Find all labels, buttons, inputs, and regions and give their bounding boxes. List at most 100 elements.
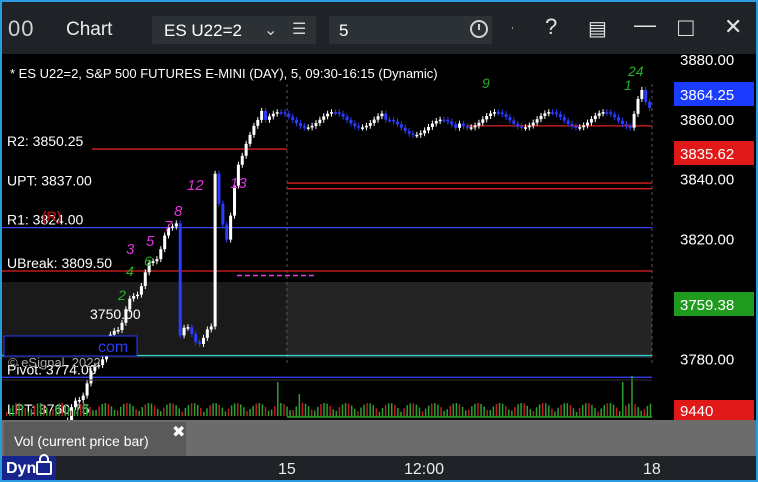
candle-body: [593, 115, 597, 120]
volume-bar: [409, 403, 411, 416]
candle-body: [244, 143, 248, 156]
level-label: UPT: 3837.00: [7, 173, 92, 189]
time-label-18: 18: [643, 461, 661, 478]
candle-body: [543, 113, 547, 116]
candle-body: [275, 112, 279, 114]
volume-bar: [190, 403, 193, 416]
volume-bar: [391, 403, 393, 416]
candle-body: [283, 112, 287, 114]
volume-bar: [415, 404, 418, 416]
volume-bar: [431, 403, 433, 416]
volume-bar: [135, 409, 137, 416]
volume-bar: [326, 403, 328, 416]
layout-icon[interactable]: ▤: [588, 16, 607, 41]
volume-bar: [144, 404, 147, 416]
volume-bar: [375, 408, 378, 416]
chart-canvas[interactable]: * ES U22=2, S&P 500 FUTURES E-MINI (DAY)…: [2, 54, 672, 480]
volume-bar: [455, 403, 458, 416]
interval-selector[interactable]: 5: [329, 16, 492, 44]
candle-body: [376, 116, 380, 120]
chart-window: 00 Chart ES U22=2 ⌄ ☰ 5 ˈ ? ▤ — □ ✕ * ES…: [0, 0, 758, 482]
volume-bar: [73, 409, 76, 416]
volume-bar: [86, 404, 88, 416]
candle-body: [570, 123, 574, 127]
volume-bar: [76, 405, 79, 416]
volume-bar: [264, 406, 267, 416]
interval-input[interactable]: 5: [339, 21, 348, 41]
help-button[interactable]: ?: [545, 14, 557, 40]
dynamic-mode-button[interactable]: Dyn: [2, 454, 56, 480]
candle-body: [310, 125, 314, 128]
volume-bar: [30, 408, 33, 416]
candle-body: [465, 126, 469, 128]
volume-bar: [33, 405, 36, 416]
volume-bar: [295, 406, 298, 416]
volume-bar: [474, 403, 476, 416]
volume-bar: [637, 407, 639, 416]
volume-bar: [166, 404, 168, 416]
volume-panel-bar: Vol (current price bar) ✖: [2, 420, 756, 456]
candle-body: [298, 123, 302, 126]
volume-bar: [427, 405, 430, 416]
volume-bar: [209, 405, 211, 416]
volume-bar: [363, 404, 365, 416]
volume-bar: [203, 411, 205, 416]
candle-body: [426, 126, 430, 131]
volume-bar: [486, 409, 488, 416]
price-tick-label: 3840.00: [680, 172, 734, 189]
price-axis[interactable]: 3880.003860.003840.003820.003800.003780.…: [672, 52, 756, 480]
volume-bar: [585, 403, 587, 416]
candle-body: [384, 113, 388, 120]
magenta-count-mark: 12: [187, 177, 204, 194]
volume-bar: [545, 403, 547, 416]
volume-bar: [153, 405, 156, 416]
volume-bar: [643, 409, 646, 416]
minimize-button[interactable]: —: [634, 12, 656, 38]
volume-bar: [504, 406, 507, 416]
volume-bar: [67, 406, 70, 416]
volume-bar: [606, 403, 609, 416]
candle-body: [225, 224, 229, 240]
volume-bar: [508, 409, 510, 416]
volume-bar: [141, 407, 144, 416]
price-axis-canvas[interactable]: 3880.003860.003840.003820.003800.003780.…: [672, 52, 756, 480]
maximize-button[interactable]: □: [678, 12, 694, 43]
volume-bar: [116, 410, 119, 416]
pin-icon[interactable]: ˈ: [510, 24, 515, 40]
chevron-down-icon[interactable]: ⌄: [264, 20, 277, 40]
volume-bar: [563, 403, 565, 416]
time-axis[interactable]: Dyn 15 12:00 18: [2, 454, 756, 480]
price-tick-label: 3820.00: [680, 232, 734, 249]
candle-body: [477, 122, 481, 126]
volume-bar: [249, 409, 251, 416]
volume-bar: [83, 403, 85, 416]
link-text[interactable]: com: [98, 339, 128, 356]
volume-bar: [464, 410, 467, 416]
close-study-icon[interactable]: ✖: [172, 422, 185, 442]
volume-study-tab[interactable]: Vol (current price bar) ✖: [4, 422, 186, 456]
volume-bar: [329, 405, 331, 416]
candle-body: [287, 113, 291, 117]
symbol-selector[interactable]: ES U22=2 ⌄ ☰: [152, 16, 316, 44]
candle-body: [469, 127, 473, 129]
magenta-count-mark: 7: [164, 218, 173, 235]
close-button[interactable]: ✕: [724, 14, 742, 40]
volume-bar: [437, 404, 439, 416]
window-title: Chart: [66, 19, 113, 40]
volume-bar: [526, 405, 529, 416]
volume-bar: [492, 406, 495, 416]
volume-bar: [218, 404, 221, 416]
candle-body: [326, 113, 330, 117]
volume-bar: [548, 405, 550, 416]
volume-bar: [252, 405, 254, 416]
price-tick-label: 3780.00: [680, 351, 734, 368]
list-icon[interactable]: ☰: [292, 19, 306, 39]
candle-body: [330, 112, 333, 114]
clock-icon[interactable]: [470, 20, 488, 38]
symbol-input[interactable]: ES U22=2: [164, 21, 242, 41]
candle-body: [419, 133, 423, 135]
volume-bar: [224, 411, 227, 416]
lock-icon[interactable]: [36, 454, 52, 475]
volume-bar: [286, 406, 288, 416]
price-chart[interactable]: * ES U22=2, S&P 500 FUTURES E-MINI (DAY)…: [2, 54, 672, 480]
